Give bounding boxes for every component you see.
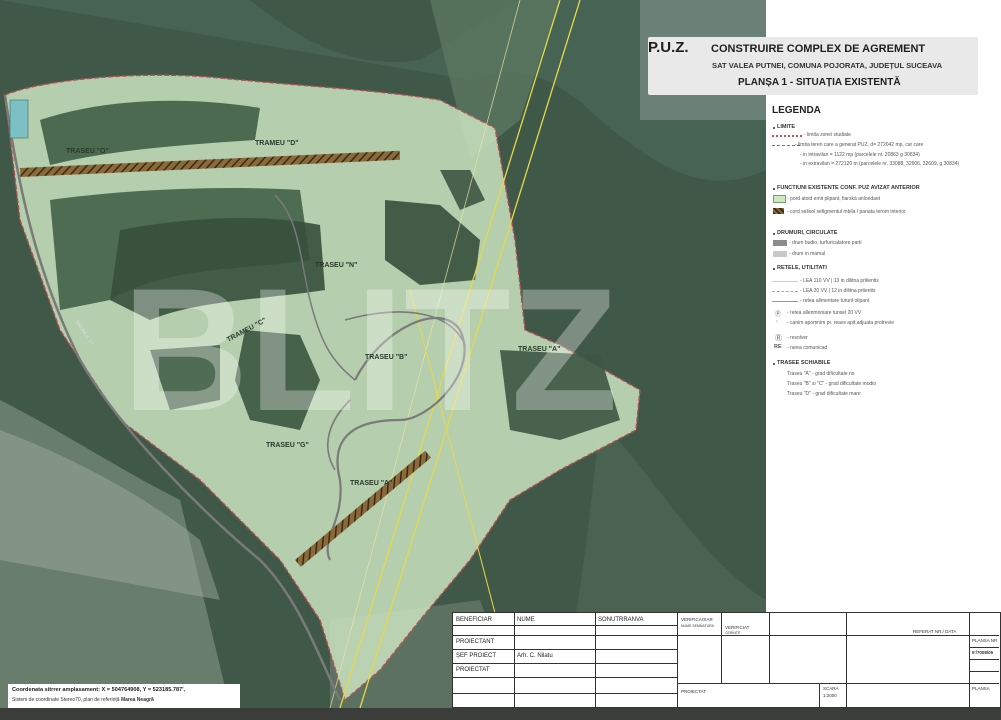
route-label: TRASEU "O" bbox=[66, 148, 109, 155]
route-label: TRAMEU "D" bbox=[255, 140, 299, 147]
puz-heading: P.U.Z. bbox=[648, 39, 689, 56]
project-location: SAT VALEA PUTNEI, COMUNA POJORATA, JUDEȚ… bbox=[712, 61, 943, 70]
route-label: TRASEU "A" bbox=[518, 346, 561, 353]
signature-header: SONUTRRANVA bbox=[598, 617, 644, 623]
legend-item: - rarea comunicad bbox=[787, 345, 828, 351]
bullet-icon bbox=[773, 188, 775, 190]
route-label: TRASEU "G" bbox=[266, 442, 309, 449]
legend-item: - pord atoid emit plipant, fiarská anlon… bbox=[787, 196, 881, 202]
legend-item: Traseu "A" - grad dificultate no bbox=[787, 371, 855, 377]
legend-item: - in extravilan = 272120 m (parcelele nr… bbox=[800, 161, 960, 167]
report-label: REFERAT NR./ DATA bbox=[913, 629, 957, 634]
name-header: NUME bbox=[517, 617, 535, 623]
bullet-icon bbox=[773, 233, 775, 235]
transformer-icon: Ⓟ bbox=[775, 312, 782, 318]
bullet-icon bbox=[773, 363, 775, 365]
map-canvas[interactable]: BLITZ TRASEU "O" TRAMEU "D" TRASEU "N" T… bbox=[0, 0, 766, 709]
water-line-symbol bbox=[772, 301, 798, 302]
bullet-icon bbox=[773, 127, 775, 129]
bullet-icon bbox=[773, 268, 775, 270]
project-title: CONSTRUIRE COMPLEX DE AGREMENT bbox=[711, 43, 926, 55]
coordinates-line: Coordenata sitrrer amplasament: X = 5047… bbox=[12, 687, 186, 693]
legend-item: - resolver bbox=[787, 335, 808, 341]
legend-item: - retea allenmoniare tunsel 20 VV bbox=[787, 310, 862, 316]
designed2-label: PROIECTAT bbox=[681, 689, 707, 694]
plan-number-label: PLANSA NR bbox=[972, 638, 998, 643]
legend-section-title: LIMITE bbox=[777, 124, 796, 130]
power-line-20-symbol bbox=[772, 291, 798, 292]
telecom-icon: RE bbox=[774, 344, 782, 350]
designer-label: PROIECTANT bbox=[456, 639, 495, 645]
legend-item: - in intravilan = 1122 mp (parcelele nr.… bbox=[800, 152, 920, 158]
legend-section-title: FUNCTIUNI EXISTENTE CONF. PUZ AVIZAT ANT… bbox=[777, 185, 920, 191]
sheet-title: PLANȘA 1 - SITUAȚIA EXISTENTĂ bbox=[738, 77, 901, 88]
road-swatch bbox=[773, 240, 787, 246]
study-limit-symbol bbox=[772, 135, 802, 139]
legend-item: Traseu "B" si "C" - grad dificultate mod… bbox=[787, 381, 877, 387]
title-block: BENEFICIAR NUME SONUTRRANVA PROIECTANT Ș… bbox=[452, 612, 1001, 708]
legend-item: Traseu "D" - grad dificultate mare bbox=[787, 391, 861, 397]
legend-item: - limita zonei studiate bbox=[804, 132, 851, 138]
route-label: TRASEU "N" bbox=[315, 262, 358, 269]
hatch-swatch bbox=[773, 208, 784, 214]
route-label: TRASEU "B" bbox=[365, 354, 408, 361]
legend-item: - limita teren care a generat PUZ, d= 27… bbox=[795, 142, 924, 148]
legend-item: - LEA 110 VV | 13 in dilitna prilientis bbox=[800, 278, 879, 284]
well-icon: ◦ bbox=[776, 319, 779, 325]
coordinates-system-text: Sistem de coordinate Stereo70, plan de r… bbox=[12, 697, 120, 703]
legend-item: - retea alimentare turunl olipant bbox=[800, 298, 870, 304]
ski-area-swatch bbox=[773, 195, 786, 203]
verified-label: VERIFICIAT bbox=[725, 625, 750, 630]
road-planned-swatch bbox=[773, 251, 787, 257]
coordinates-reference: Marea Neagră bbox=[120, 697, 154, 703]
reservoir-icon: Ⓡ bbox=[775, 335, 782, 342]
designed-label: PROIECTAT bbox=[456, 667, 490, 673]
bottom-bar bbox=[0, 708, 1001, 720]
legend-item: - LEA 20 VV | 12 in dilitna pritentis bbox=[800, 288, 876, 294]
power-line-110-symbol bbox=[772, 281, 798, 282]
legend-section-title: TRASEE SCHIABILE bbox=[777, 360, 831, 366]
plan-label: PLANSA bbox=[972, 686, 990, 691]
verified-sub: CERINȚE bbox=[725, 631, 741, 635]
coordinates-box: Coordenata sitrrer amplasament: X = 5047… bbox=[8, 684, 240, 708]
legend-title: LEGENDA bbox=[772, 105, 821, 116]
verifier-sub: NUME SEMNATURA bbox=[681, 624, 714, 628]
verifier-label: VERIFICAOIAR bbox=[681, 617, 713, 622]
chief-name: Arh. C. Nilatu bbox=[517, 653, 553, 659]
scale-label: SCARA bbox=[823, 686, 839, 691]
coordinates-system: Sistem de coordinate Stereo70, plan de r… bbox=[12, 697, 154, 703]
legend-item: - drum budio, turfuricalatore parti bbox=[789, 240, 862, 246]
legend-item: - drum in mamal bbox=[789, 251, 826, 257]
legend-item: - cord selisol sefigmentul mbila / panat… bbox=[787, 209, 906, 215]
legend-section-title: DRUMURI, CIRCULATE bbox=[777, 230, 838, 236]
chief-label: ȘEF PROIECT bbox=[456, 653, 497, 659]
legend-item: - canim apomnim pr. reavs apit.adjuata p… bbox=[787, 320, 894, 326]
beneficiary-label: BENEFICIAR bbox=[456, 617, 493, 623]
legend-section-title: RETELE, UTILITATI bbox=[777, 265, 827, 271]
scale-value: 1:2000 bbox=[823, 693, 837, 698]
plan-code: 5'/7008/05 bbox=[972, 650, 994, 655]
route-label: TRASEU "A" bbox=[350, 480, 393, 487]
